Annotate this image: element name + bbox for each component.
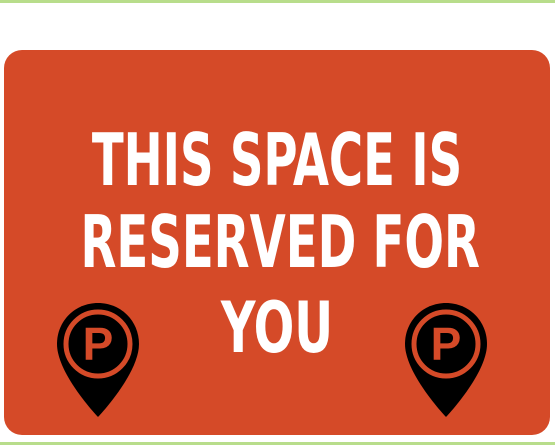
sign-line-reserved-for: RESERVED FOR bbox=[80, 200, 480, 284]
sign-line-this-space-is: THIS SPACE IS bbox=[91, 118, 463, 202]
parking-location-pin-icon: P bbox=[403, 301, 489, 419]
parking-location-pin-icon: P bbox=[55, 301, 141, 419]
parking-letter-p: P bbox=[431, 318, 462, 370]
page: THIS SPACE IS RESERVED FOR YOU P P bbox=[0, 0, 555, 445]
parking-letter-p: P bbox=[83, 318, 114, 370]
reserved-parking-sign: THIS SPACE IS RESERVED FOR YOU P P bbox=[4, 50, 550, 435]
top-border bbox=[0, 0, 555, 3]
